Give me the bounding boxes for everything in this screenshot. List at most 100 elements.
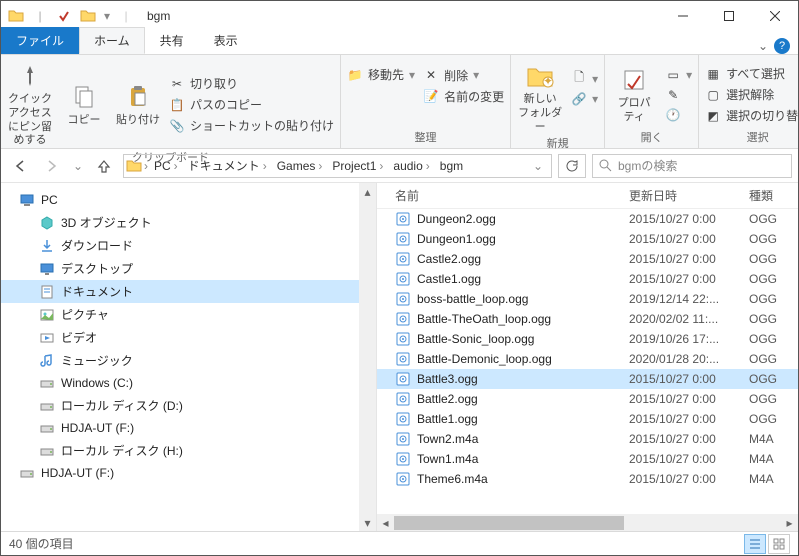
file-row[interactable]: Dungeon2.ogg2015/10/27 0:00OGG bbox=[377, 209, 798, 229]
file-row[interactable]: Battle1.ogg2015/10/27 0:00OGG bbox=[377, 409, 798, 429]
qat-dropdown[interactable]: ▾ bbox=[101, 5, 113, 27]
drive-icon bbox=[39, 375, 55, 391]
tree-item[interactable]: ビデオ bbox=[1, 326, 376, 349]
refresh-button[interactable] bbox=[558, 154, 586, 178]
tab-share[interactable]: 共有 bbox=[145, 27, 199, 54]
rename-icon: 📝 bbox=[423, 88, 439, 104]
bc-pc[interactable]: PC› bbox=[150, 159, 182, 173]
col-name[interactable]: 名前 bbox=[377, 187, 629, 204]
search-icon bbox=[599, 159, 612, 172]
bc-bgm[interactable]: bgm bbox=[436, 159, 467, 173]
file-row[interactable]: Battle-Sonic_loop.ogg2019/10/26 17:...OG… bbox=[377, 329, 798, 349]
file-row[interactable]: Castle1.ogg2015/10/27 0:00OGG bbox=[377, 269, 798, 289]
close-button[interactable] bbox=[752, 1, 798, 31]
ribbon-tabs: ファイル ホーム 共有 表示 ⌄ ? bbox=[1, 31, 798, 55]
tab-file[interactable]: ファイル bbox=[1, 27, 79, 54]
qat-properties[interactable] bbox=[53, 5, 75, 27]
group-new: ✦ 新しい フォルダー 🗋▾ 🔗▾ - 新規 bbox=[511, 55, 605, 148]
tab-home[interactable]: ホーム bbox=[79, 27, 145, 54]
file-row[interactable]: Town1.m4a2015/10/27 0:00M4A bbox=[377, 449, 798, 469]
drive-icon bbox=[19, 465, 35, 481]
drive-icon bbox=[39, 420, 55, 436]
paste-button[interactable]: 貼り付け bbox=[115, 78, 161, 128]
tab-view[interactable]: 表示 bbox=[199, 27, 253, 54]
tree-item[interactable]: ドキュメント bbox=[1, 280, 376, 303]
pic-icon bbox=[39, 307, 55, 323]
audio-file-icon bbox=[395, 231, 411, 247]
back-button[interactable] bbox=[7, 153, 33, 179]
tree-item[interactable]: ミュージック bbox=[1, 349, 376, 372]
invert-selection-button[interactable]: ◩選択の切り替え bbox=[705, 107, 799, 124]
properties-button[interactable]: プロパ ティ bbox=[611, 61, 657, 125]
select-none-button[interactable]: ▢選択解除 bbox=[705, 86, 799, 103]
bc-project1[interactable]: Project1› bbox=[328, 159, 387, 173]
file-row[interactable]: Town2.m4a2015/10/27 0:00M4A bbox=[377, 429, 798, 449]
audio-file-icon bbox=[395, 371, 411, 387]
rename-button[interactable]: 📝名前の変更 bbox=[423, 88, 504, 105]
search-input[interactable]: bgmの検索 bbox=[592, 154, 792, 178]
scroll-left[interactable]: ◂ bbox=[377, 516, 394, 530]
tree-item[interactable]: HDJA-UT (F:) bbox=[1, 417, 376, 439]
tree-item[interactable]: ローカル ディスク (D:) bbox=[1, 394, 376, 417]
file-row[interactable]: Battle-Demonic_loop.ogg2020/01/28 20:...… bbox=[377, 349, 798, 369]
up-button[interactable] bbox=[91, 153, 117, 179]
properties-icon bbox=[619, 65, 649, 95]
tree-item[interactable]: ダウンロード bbox=[1, 234, 376, 257]
bc-documents[interactable]: ドキュメント› bbox=[184, 157, 271, 174]
tree-item[interactable]: デスクトップ bbox=[1, 257, 376, 280]
help-button[interactable]: ? bbox=[774, 38, 790, 54]
view-icons[interactable] bbox=[768, 534, 790, 554]
maximize-button[interactable] bbox=[706, 1, 752, 31]
tree-item[interactable]: 3D オブジェクト bbox=[1, 211, 376, 234]
tree-scrollbar[interactable]: ▴▾ bbox=[359, 183, 376, 531]
paste-shortcut-button[interactable]: 📎ショートカットの貼り付け bbox=[169, 117, 334, 134]
bc-audio[interactable]: audio› bbox=[389, 159, 433, 173]
select-all-icon: ▦ bbox=[705, 66, 721, 82]
new-folder-button[interactable]: ✦ 新しい フォルダー bbox=[517, 57, 563, 134]
new-item-icon: 🗋 bbox=[571, 71, 587, 87]
move-to-button[interactable]: 📁移動先▾ bbox=[347, 66, 415, 83]
open-button[interactable]: ▭▾ bbox=[665, 67, 692, 83]
minimize-button[interactable] bbox=[660, 1, 706, 31]
history-button[interactable]: 🕐 bbox=[665, 107, 692, 123]
new-folder-icon: ✦ bbox=[525, 61, 555, 91]
copy-path-button[interactable]: 📋パスのコピー bbox=[169, 96, 334, 113]
forward-button[interactable] bbox=[39, 153, 65, 179]
bc-dropdown[interactable]: ⌄ bbox=[527, 159, 549, 173]
edit-button[interactable]: ✎ bbox=[665, 87, 692, 103]
select-all-button[interactable]: ▦すべて選択 bbox=[705, 65, 799, 82]
group-clipboard: クイック アクセス にピン留めする コピー 貼り付け ✂切り取り 📋パスのコピー… bbox=[1, 55, 341, 148]
folder-icon bbox=[126, 158, 142, 174]
view-details[interactable] bbox=[744, 534, 766, 554]
file-row[interactable]: Dungeon1.ogg2015/10/27 0:00OGG bbox=[377, 229, 798, 249]
delete-icon: ✕ bbox=[423, 67, 439, 83]
col-type[interactable]: 種類 bbox=[749, 187, 798, 204]
col-date[interactable]: 更新日時 bbox=[629, 187, 749, 204]
tree-item[interactable]: PC bbox=[1, 189, 376, 211]
bc-games[interactable]: Games› bbox=[273, 159, 327, 173]
delete-button[interactable]: ✕削除▾ bbox=[423, 67, 504, 84]
file-row[interactable]: Castle2.ogg2015/10/27 0:00OGG bbox=[377, 249, 798, 269]
h-scrollbar[interactable]: ◂ ▸ bbox=[377, 514, 798, 531]
tree-item[interactable]: ローカル ディスク (H:) bbox=[1, 439, 376, 462]
file-row[interactable]: Battle-TheOath_loop.ogg2020/02/02 11:...… bbox=[377, 309, 798, 329]
tree-item[interactable]: HDJA-UT (F:) bbox=[1, 462, 376, 484]
easy-access-button[interactable]: 🔗▾ bbox=[571, 91, 598, 107]
tree-item[interactable]: Windows (C:) bbox=[1, 372, 376, 394]
scroll-right[interactable]: ▸ bbox=[781, 516, 798, 530]
ribbon-collapse[interactable]: ⌄ bbox=[758, 39, 768, 53]
recent-button[interactable]: ⌄ bbox=[71, 153, 85, 179]
status-bar: 40 個の項目 bbox=[1, 531, 798, 555]
file-row[interactable]: Battle3.ogg2015/10/27 0:00OGG bbox=[377, 369, 798, 389]
pin-button[interactable]: クイック アクセス にピン留めする bbox=[7, 57, 53, 148]
cut-button[interactable]: ✂切り取り bbox=[169, 75, 334, 92]
cube-icon bbox=[39, 215, 55, 231]
breadcrumb[interactable]: › PC› ドキュメント› Games› Project1› audio› bg… bbox=[123, 154, 552, 178]
easy-access-icon: 🔗 bbox=[571, 91, 587, 107]
file-row[interactable]: Theme6.m4a2015/10/27 0:00M4A bbox=[377, 469, 798, 489]
file-row[interactable]: Battle2.ogg2015/10/27 0:00OGG bbox=[377, 389, 798, 409]
tree-item[interactable]: ピクチャ bbox=[1, 303, 376, 326]
copy-button[interactable]: コピー bbox=[61, 78, 107, 128]
new-item-button[interactable]: 🗋▾ bbox=[571, 71, 598, 87]
file-row[interactable]: boss-battle_loop.ogg2019/12/14 22:...OGG bbox=[377, 289, 798, 309]
